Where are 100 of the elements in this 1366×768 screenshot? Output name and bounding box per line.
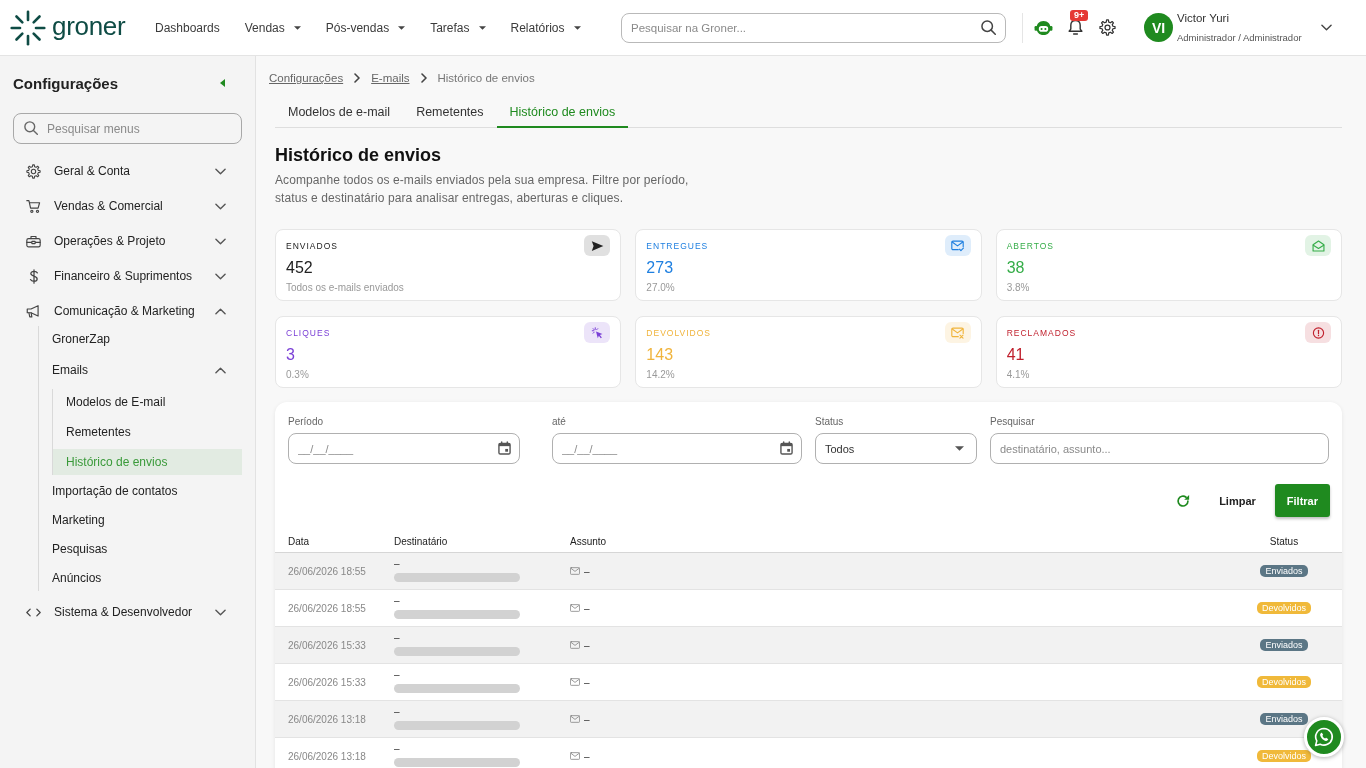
clear-button[interactable]: Limpar	[1213, 490, 1262, 511]
gear-icon	[26, 163, 41, 179]
date-field[interactable]: __/__/____	[552, 433, 802, 464]
bot-face-icon[interactable]	[1034, 19, 1053, 36]
subject-text: –	[584, 713, 590, 725]
nav-menu-item[interactable]: Dashboards	[155, 16, 220, 39]
chevron-down-icon[interactable]	[1321, 24, 1332, 31]
tab[interactable]: Modelos de e-mail	[275, 97, 404, 128]
column-header: Assunto	[570, 535, 607, 547]
sidebar-item[interactable]: Marketing	[39, 507, 242, 533]
sidebar-item[interactable]: Anúncios	[39, 565, 242, 591]
nav-menu-item[interactable]: Pós-vendas	[325, 16, 406, 39]
settings-icon[interactable]	[1099, 19, 1116, 36]
bell-icon[interactable]	[1068, 19, 1083, 36]
sidebar-item[interactable]: Remetentes	[53, 419, 242, 445]
breadcrumb-link[interactable]: Configurações	[269, 72, 344, 84]
megaphone-icon	[26, 303, 41, 319]
column-header: Status	[1269, 535, 1299, 547]
chevron-down-icon[interactable]	[215, 237, 226, 245]
envelope-icon	[570, 604, 580, 612]
breadcrumb-link[interactable]: E-mails	[371, 72, 410, 84]
calendar-icon[interactable]	[498, 441, 511, 455]
status-badge: Enviados	[1260, 565, 1308, 577]
sidebar-title: Configurações	[13, 74, 118, 92]
sparkle-logo-icon	[10, 9, 46, 46]
sidebar-item[interactable]: GronerZap	[39, 326, 242, 352]
status-badge: Devolvidos	[1257, 676, 1311, 688]
sidebar-item[interactable]: Vendas & Comercial	[13, 192, 242, 220]
search-field[interactable]: Pesquisar na Groner...	[621, 12, 1006, 43]
chevron-down-icon[interactable]	[215, 167, 226, 175]
chevron-down-icon[interactable]	[215, 202, 226, 210]
user-avatar[interactable]: VI	[1144, 13, 1173, 42]
envelope-icon	[570, 715, 580, 723]
refresh-icon[interactable]	[1176, 493, 1191, 508]
sidebar-item[interactable]: Operações & Projeto	[13, 227, 242, 255]
search-icon[interactable]	[981, 19, 996, 35]
stat-value: 41	[1006, 345, 1026, 365]
recipient-text: –	[394, 669, 400, 680]
sidebar-item[interactable]: Modelos de E-mail	[53, 389, 242, 415]
user-role: Administrador / Administrador	[1177, 32, 1302, 43]
sidebar-item[interactable]: Geral & Conta	[13, 157, 242, 185]
nav-menu-item[interactable]: Vendas	[244, 16, 301, 39]
stat-label: ENTREGUES	[646, 240, 709, 251]
stat-note: 27.0%	[646, 282, 676, 294]
date-text: 26/06/2026 13:18	[288, 713, 366, 725]
toolbox-icon	[26, 233, 41, 249]
cart-icon	[26, 198, 41, 214]
date-text: 26/06/2026 15:33	[288, 676, 366, 688]
chevron-right-icon	[420, 73, 427, 83]
date-text: 26/06/2026 18:55	[288, 565, 366, 577]
sidebar-item[interactable]: Pesquisas	[39, 536, 242, 562]
column-header: Data	[288, 535, 310, 547]
envelope-icon	[570, 641, 580, 649]
date-text: 26/06/2026 15:33	[288, 639, 366, 651]
stat-value: 452	[286, 258, 314, 278]
mail-check-icon	[944, 235, 971, 256]
sidebar-item[interactable]: Financeiro & Suprimentos	[13, 262, 242, 290]
chevron-up-icon[interactable]	[215, 307, 226, 315]
search-field[interactable]: Pesquisar menus	[13, 113, 242, 144]
stat-note: Todos os e-mails enviados	[286, 282, 405, 294]
stat-note: 14.2%	[646, 369, 676, 381]
logo-wordmark: groner	[52, 13, 126, 42]
subject-text: –	[584, 750, 590, 762]
search-field[interactable]: destinatário, assunto...	[990, 433, 1329, 464]
sidebar-item[interactable]: Importação de contatos	[39, 478, 242, 504]
stat-label: ENVIADOS	[286, 240, 338, 251]
envelope-icon	[570, 678, 580, 686]
nav-menu-item[interactable]: Tarefas	[430, 16, 486, 39]
tab[interactable]: Histórico de envios	[496, 97, 629, 128]
stat-value: 38	[1006, 258, 1026, 278]
nav-menu-item[interactable]: Relatórios	[510, 16, 581, 39]
status-badge: Enviados	[1260, 639, 1308, 651]
chevron-down-icon[interactable]	[215, 272, 226, 280]
stat-label: CLIQUES	[286, 327, 331, 338]
collapse-caret-icon[interactable]	[220, 79, 225, 87]
tab[interactable]: Remetentes	[403, 97, 497, 128]
date-field[interactable]: __/__/____	[288, 433, 520, 464]
chevron-down-icon[interactable]	[215, 608, 226, 616]
caret-down-icon	[955, 446, 964, 451]
sidebar-item[interactable]: Emails	[39, 355, 242, 385]
search-icon	[24, 121, 38, 135]
stat-label: RECLAMADOS	[1006, 327, 1077, 338]
code-icon	[26, 607, 41, 617]
sidebar-item[interactable]: Comunicação & Marketing	[13, 297, 242, 325]
field-label: Pesquisar	[990, 415, 1035, 429]
caret-down-icon	[293, 25, 301, 30]
dollar-icon	[29, 268, 39, 284]
chevron-up-icon[interactable]	[215, 366, 226, 374]
filter-button[interactable]: Filtrar	[1274, 484, 1330, 517]
stat-label: DEVOLVIDOS	[646, 327, 711, 338]
chevron-right-icon	[354, 73, 361, 83]
breadcrumb-current: Histórico de envios	[437, 72, 535, 84]
paper-plane-icon	[584, 235, 611, 256]
recipient-text: –	[394, 743, 400, 754]
subject-text: –	[584, 602, 590, 614]
sidebar-item[interactable]: Sistema & Desenvolvedor	[13, 598, 242, 626]
status-select[interactable]: Todos	[815, 433, 977, 464]
stat-value: 3	[286, 345, 296, 365]
caret-down-icon	[573, 25, 581, 30]
calendar-icon[interactable]	[780, 441, 793, 455]
